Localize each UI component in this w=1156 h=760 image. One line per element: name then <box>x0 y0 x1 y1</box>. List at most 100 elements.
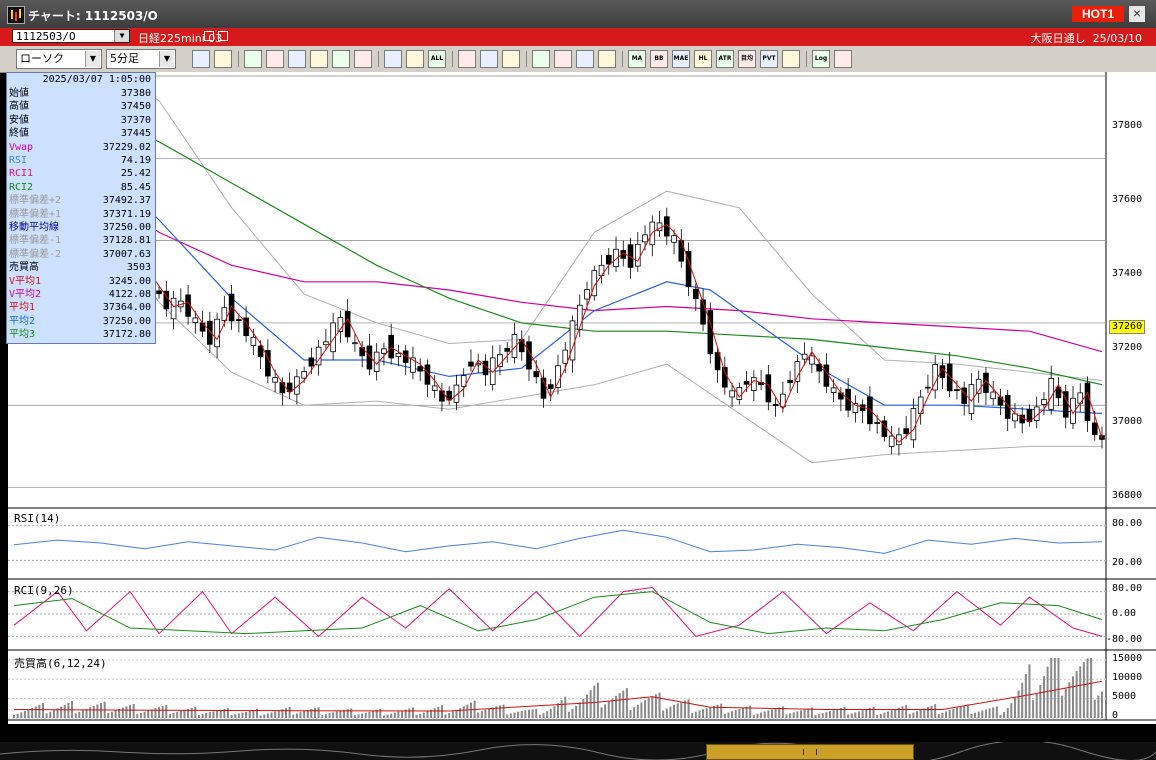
candle-body <box>642 234 648 243</box>
trendline-icon[interactable] <box>266 50 284 68</box>
volume-tick: 5000 <box>1112 691 1137 702</box>
info-label: 売買高 <box>9 262 39 274</box>
price-tick: 37600 <box>1112 194 1143 205</box>
symbol-combo[interactable]: 1112503/O ▼ <box>12 29 130 43</box>
mae-icon[interactable]: MAE <box>672 50 690 68</box>
candle-body <box>562 349 569 364</box>
candle-body <box>830 387 837 393</box>
info-value: 37250.00 <box>102 315 151 327</box>
info-label: 平均1 <box>9 302 36 314</box>
rci-tick: 0.00 <box>1112 608 1137 619</box>
all-label[interactable]: ALL <box>428 50 446 68</box>
info-value: 37371.19 <box>102 208 151 220</box>
candle-body <box>323 341 329 346</box>
chevron-down-icon[interactable]: ▼ <box>159 51 174 67</box>
palette-icon[interactable] <box>502 50 520 68</box>
info-row: 平均2 37250.00 <box>9 315 153 328</box>
info-value: 85.45 <box>120 181 151 193</box>
x-tick: 5 <box>966 726 973 739</box>
title-bar: チャート: 1112503/O HOT1 × <box>0 0 1156 28</box>
export-icon[interactable] <box>834 50 852 68</box>
settings-icon[interactable] <box>458 50 476 68</box>
candle-icon[interactable] <box>384 50 402 68</box>
atr-icon[interactable]: ATR <box>716 50 734 68</box>
chevron-down-icon[interactable]: ▼ <box>114 30 129 42</box>
candle-body <box>569 320 576 361</box>
eraser-icon[interactable] <box>310 50 328 68</box>
toolbar-separator <box>526 51 527 67</box>
candle-body <box>678 240 685 262</box>
market-label: 大阪日通し <box>1030 32 1086 45</box>
interval-value: 5分足 <box>110 52 139 65</box>
chart-svg[interactable] <box>8 72 1156 724</box>
download-icon[interactable] <box>532 50 550 68</box>
trash-icon[interactable] <box>354 50 372 68</box>
ichimoku-icon[interactable]: 目均 <box>738 50 756 68</box>
info-label: 移動平均線 <box>9 222 59 233</box>
x-tick: 14 <box>74 726 88 739</box>
candle-body <box>722 366 728 388</box>
rci-label: RCI(9,26) <box>14 584 74 597</box>
stretch-icon[interactable] <box>576 50 594 68</box>
window-icon[interactable] <box>782 50 800 68</box>
candle-body <box>809 355 815 365</box>
chevron-down-icon[interactable]: ▼ <box>85 51 100 67</box>
chart-type-select[interactable]: ローソク ▼ <box>16 49 102 69</box>
volume-label: 売買高(6,12,24) <box>14 657 107 670</box>
candle-body <box>301 371 307 379</box>
log-icon[interactable]: Log <box>812 50 830 68</box>
rci-fast-line <box>13 586 1103 638</box>
interval-select[interactable]: 5分足 ▼ <box>106 49 176 69</box>
price-tick: 37000 <box>1112 416 1143 427</box>
candle-body <box>156 290 162 295</box>
pvt-icon[interactable]: PVT <box>760 50 778 68</box>
toolbar-separator <box>238 51 239 67</box>
info-row: Vwap 37229.02 <box>9 141 153 154</box>
memo-icon[interactable] <box>332 50 350 68</box>
grip-icon <box>803 749 817 755</box>
info-label: 高値 <box>9 101 29 113</box>
candle-body <box>344 310 351 338</box>
info-timestamp: 2025/03/07 1:05:00 <box>42 74 151 85</box>
info-row: 安値 37370 <box>9 114 153 127</box>
info-value: 37007.63 <box>102 248 151 260</box>
candle-body <box>308 357 315 367</box>
info-value: 37250.00 <box>102 222 151 233</box>
bb-icon[interactable]: BB <box>650 50 668 68</box>
wrench-icon[interactable] <box>480 50 498 68</box>
volume-tick: 10000 <box>1112 672 1143 683</box>
ma-icon[interactable]: MA <box>628 50 646 68</box>
hl-icon[interactable]: HL <box>694 50 712 68</box>
toolbar-separator <box>806 51 807 67</box>
window-tile-icon[interactable] <box>218 31 228 41</box>
crosshair-icon[interactable] <box>214 50 232 68</box>
info-row: V平均2 4122.08 <box>9 288 153 301</box>
close-button[interactable]: × <box>1129 6 1145 22</box>
rci-tick: -80.00 <box>1106 634 1143 645</box>
info-label: 平均2 <box>9 315 36 327</box>
candle-body <box>584 289 590 300</box>
zoom-icon[interactable] <box>192 50 210 68</box>
window-title: チャート: 1112503/O <box>28 9 158 23</box>
current-price-tag: 37260 <box>1109 320 1146 334</box>
window-small-icon[interactable] <box>204 31 214 41</box>
price-tick: 37400 <box>1112 268 1143 279</box>
info-value: 37128.81 <box>102 235 151 247</box>
chart-area[interactable]: RSI(14) RCI(9,26) 売買高(6,12,24) 37800 376… <box>8 72 1156 739</box>
info-row: 高値 37450 <box>9 100 153 113</box>
cursor-icon[interactable] <box>288 50 306 68</box>
search-icon[interactable] <box>554 50 572 68</box>
chart-type-value: ローソク <box>20 52 64 65</box>
candle-body <box>888 435 895 447</box>
candle-body <box>192 317 199 323</box>
info-label: 標準偏差+1 <box>9 208 62 220</box>
bollinger-lower-line <box>13 116 1102 464</box>
disabled-icon[interactable] <box>598 50 616 68</box>
x-tick: 23 <box>580 726 594 739</box>
candle-body <box>954 389 960 391</box>
hot1-button[interactable]: HOT1 <box>1072 6 1124 22</box>
info-row: 平均3 37172.80 <box>9 328 153 341</box>
candle-split-icon[interactable] <box>406 50 424 68</box>
pen-icon[interactable] <box>244 50 262 68</box>
horizontal-scrollbar[interactable] <box>0 742 1156 760</box>
